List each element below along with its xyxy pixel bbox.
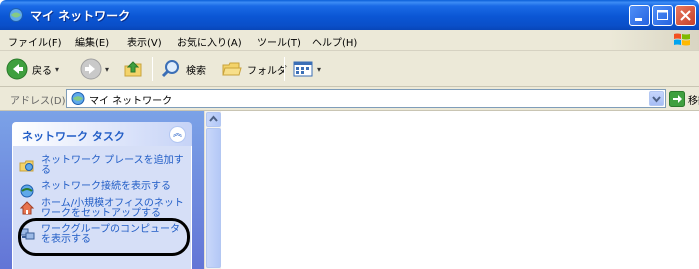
up-button[interactable]: [122, 58, 144, 80]
menu-favorites[interactable]: お気に入り(A): [177, 34, 242, 49]
back-dropdown-icon[interactable]: ▾: [55, 65, 59, 74]
go-label: 移動: [688, 95, 699, 107]
add-network-place-icon: [19, 160, 34, 172]
folders-label: フォルダ: [247, 65, 287, 77]
maximize-button[interactable]: [652, 5, 673, 26]
home-network-setup-icon: [19, 201, 35, 215]
search-button[interactable]: 検索: [160, 58, 206, 80]
menu-view[interactable]: 表示(V): [127, 34, 162, 49]
task-label: ネットワーク プレースを追加する: [41, 155, 184, 176]
my-network-icon: [71, 92, 85, 105]
toolbar: 戻る ▾ ▾ 検索 フォルダ ▾: [0, 51, 699, 87]
maximize-icon: [657, 10, 668, 20]
scroll-thumb[interactable]: [206, 128, 221, 268]
menu-bar: ファイル(F) 編集(E) 表示(V) お気に入り(A) ツール(T) ヘルプ(…: [0, 30, 699, 51]
menu-edit[interactable]: 編集(E): [75, 34, 109, 49]
chevron-up-icon: [209, 115, 218, 122]
explorer-window: マイ ネットワーク ファイル(F) 編集(E) 表示(V) お気に入り(A) ツ…: [0, 0, 699, 269]
title-bar[interactable]: マイ ネットワーク: [0, 0, 699, 30]
collapse-button[interactable]: ︽: [169, 126, 186, 143]
task-add-network-place[interactable]: ネットワーク プレースを追加する: [19, 156, 189, 180]
network-tasks-header[interactable]: ネットワーク タスク ︽: [12, 122, 192, 146]
folders-icon: [222, 62, 242, 76]
views-button[interactable]: ▾: [292, 58, 321, 80]
go-button[interactable]: 移動: [669, 91, 699, 107]
task-label: ホーム/小規模オフィスのネットワークをセットアップする: [41, 198, 184, 219]
window-title: マイ ネットワーク: [30, 9, 131, 23]
folder-up-icon: [124, 61, 142, 77]
toolbar-separator: [152, 57, 153, 81]
menu-help[interactable]: ヘルプ(H): [312, 34, 357, 49]
address-input[interactable]: マイ ネットワーク: [66, 89, 666, 108]
views-icon: [293, 61, 313, 77]
highlight-ring: [18, 218, 190, 256]
network-tasks-title: ネットワーク タスク: [22, 130, 125, 143]
address-dropdown-button[interactable]: [649, 91, 664, 106]
minimize-icon: [635, 18, 642, 21]
search-label: 検索: [186, 65, 206, 77]
vertical-scrollbar[interactable]: [204, 111, 221, 269]
go-arrow-icon: [669, 91, 685, 107]
back-label: 戻る: [32, 65, 52, 77]
task-view-network-connections[interactable]: ネットワーク接続を表示する: [19, 181, 189, 198]
content-area: ネットワーク タスク ︽ ネットワーク プレースを追加する ネットワーク接続を表…: [0, 111, 699, 269]
chevron-down-icon: [652, 96, 661, 103]
forward-arrow-icon: [80, 58, 102, 80]
close-icon: [680, 10, 691, 21]
menu-tools[interactable]: ツール(T): [257, 34, 301, 49]
back-button[interactable]: 戻る ▾: [6, 58, 59, 80]
task-label: ネットワーク接続を表示する: [41, 181, 171, 192]
menu-file[interactable]: ファイル(F): [8, 34, 62, 49]
close-button[interactable]: [675, 5, 696, 26]
double-chevron-up-icon: ︽: [172, 129, 182, 139]
forward-button[interactable]: ▾: [80, 58, 109, 80]
address-bar: アドレス(D) マイ ネットワーク 移動: [0, 87, 699, 111]
address-value: マイ ネットワーク: [89, 96, 173, 107]
scroll-up-button[interactable]: [206, 112, 221, 127]
forward-dropdown-icon[interactable]: ▾: [105, 65, 109, 74]
my-network-icon: [9, 8, 23, 22]
toolbar-separator: [284, 57, 285, 81]
windows-logo-icon: [674, 33, 690, 46]
address-label: アドレス(D): [10, 96, 66, 107]
search-icon: [161, 60, 179, 78]
network-connections-icon: [20, 184, 34, 198]
views-dropdown-icon[interactable]: ▾: [317, 65, 321, 74]
back-arrow-icon: [6, 58, 28, 80]
folders-button[interactable]: フォルダ: [221, 58, 287, 80]
minimize-button[interactable]: [629, 5, 650, 26]
